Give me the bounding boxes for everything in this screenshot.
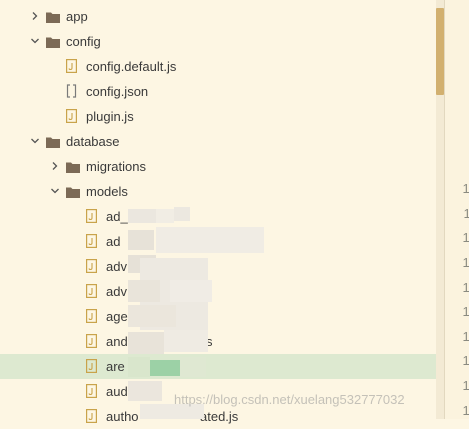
js-file-icon bbox=[86, 309, 97, 323]
tree-row-label: database bbox=[66, 134, 120, 149]
js-file-icon bbox=[86, 334, 97, 348]
line-number: 12 bbox=[462, 230, 469, 246]
tree-row-label: app bbox=[66, 9, 88, 24]
tree-row-16[interactable]: autho ated.js bbox=[0, 404, 436, 429]
tree-row-label: migrations bbox=[86, 159, 146, 174]
chevron-right-icon[interactable] bbox=[50, 161, 60, 171]
line-number: 8 bbox=[445, 131, 469, 148]
redaction-block bbox=[128, 357, 150, 377]
tree-row-label: models bbox=[86, 184, 128, 199]
line-number: 6 bbox=[445, 82, 469, 99]
folder-open-icon bbox=[46, 137, 60, 148]
folder-open-icon bbox=[46, 37, 60, 48]
line-number: 15 bbox=[462, 304, 469, 320]
tree-row-4[interactable]: plugin.js bbox=[0, 104, 436, 129]
line-number: 9 bbox=[445, 156, 469, 173]
redaction-block bbox=[150, 360, 180, 376]
folder-icon bbox=[66, 162, 80, 173]
tree-row-label-suffix: ated.js bbox=[200, 409, 239, 424]
tree-row-5[interactable]: database bbox=[0, 129, 436, 154]
tree-row-label: age bbox=[106, 309, 128, 324]
line-number: 7 bbox=[445, 106, 469, 123]
tree-row-label: config.json bbox=[86, 84, 149, 99]
js-file-icon bbox=[66, 59, 77, 73]
tree-row-14[interactable]: are bbox=[0, 354, 436, 379]
redaction-block bbox=[128, 230, 154, 250]
redaction-block bbox=[156, 227, 264, 253]
tree-row-label: ad bbox=[106, 234, 121, 249]
tree-row-3[interactable]: config.json bbox=[0, 79, 436, 104]
tree-row-13[interactable]: and s bbox=[0, 329, 436, 354]
redaction-block bbox=[128, 305, 176, 327]
line-number: 18 bbox=[462, 378, 469, 393]
chevron-down-icon[interactable] bbox=[50, 186, 60, 196]
line-number: 17 bbox=[462, 353, 469, 369]
tree-row-11[interactable]: advs bbox=[0, 279, 436, 304]
tree-row-7[interactable]: models bbox=[0, 179, 436, 204]
tree-row-label: audi bbox=[106, 384, 131, 399]
js-file-icon bbox=[86, 409, 97, 423]
folder-open-icon bbox=[66, 187, 80, 198]
redaction-block bbox=[170, 280, 212, 302]
line-number: 4 bbox=[445, 33, 469, 50]
scrollbar-thumb[interactable] bbox=[436, 8, 444, 95]
tree-row-label: config.default.js bbox=[86, 59, 177, 74]
redaction-block bbox=[180, 357, 206, 377]
chevron-right-icon[interactable] bbox=[30, 11, 40, 21]
line-number: 10 bbox=[462, 181, 469, 197]
redaction-block bbox=[174, 207, 190, 221]
tree-row-1[interactable]: config bbox=[0, 29, 436, 54]
json-file-icon bbox=[66, 84, 77, 98]
redaction-block bbox=[128, 381, 162, 401]
line-number: 14 bbox=[462, 279, 469, 295]
tree-row-label: plugin.js bbox=[86, 109, 134, 124]
redaction-block bbox=[128, 280, 160, 302]
file-explorer-tree: app config config.default.js config.json plu… bbox=[0, 0, 444, 424]
chevron-down-icon[interactable] bbox=[30, 136, 40, 146]
redaction-block bbox=[128, 332, 164, 354]
redaction-block bbox=[164, 330, 208, 352]
line-number: 16 bbox=[462, 328, 469, 344]
tree-row-12[interactable]: age bbox=[0, 304, 436, 329]
js-file-icon bbox=[86, 209, 97, 223]
js-file-icon bbox=[86, 234, 97, 248]
js-file-icon bbox=[86, 384, 97, 398]
tree-row-label: are bbox=[106, 359, 125, 374]
tree-row-0[interactable]: app bbox=[0, 4, 436, 29]
line-number: 19 bbox=[462, 402, 469, 418]
line-number-gutter: 4 5 6 7 8 9 10 11 12 13 14 15 16 17 18 19 bbox=[445, 0, 469, 419]
tree-row-label: ad_l bbox=[106, 209, 131, 224]
tree-row-2[interactable]: config.default.js bbox=[0, 54, 436, 79]
folder-icon bbox=[46, 12, 60, 23]
redaction-block bbox=[156, 209, 174, 223]
js-file-icon bbox=[86, 259, 97, 273]
chevron-down-icon[interactable] bbox=[30, 36, 40, 46]
tree-row-label: adv bbox=[106, 284, 127, 299]
redaction-block bbox=[128, 209, 156, 223]
js-file-icon bbox=[86, 359, 97, 373]
line-number: 5 bbox=[445, 57, 469, 74]
js-file-icon bbox=[66, 109, 77, 123]
tree-row-label: autho bbox=[106, 409, 139, 424]
watermark: https://blog.csdn.net/xuelang532777032 bbox=[174, 392, 405, 407]
tree-row-10[interactable]: adv bbox=[0, 254, 436, 279]
tree-row-label: adv bbox=[106, 259, 127, 274]
tree-row-label: config bbox=[66, 34, 101, 49]
tree-row-8[interactable]: ad_l bbox=[0, 204, 436, 229]
js-file-icon bbox=[86, 284, 97, 298]
tree-row-6[interactable]: migrations bbox=[0, 154, 436, 179]
line-number: 13 bbox=[462, 255, 469, 270]
line-number: 11 bbox=[463, 205, 469, 221]
tree-row-label: and bbox=[106, 334, 128, 349]
